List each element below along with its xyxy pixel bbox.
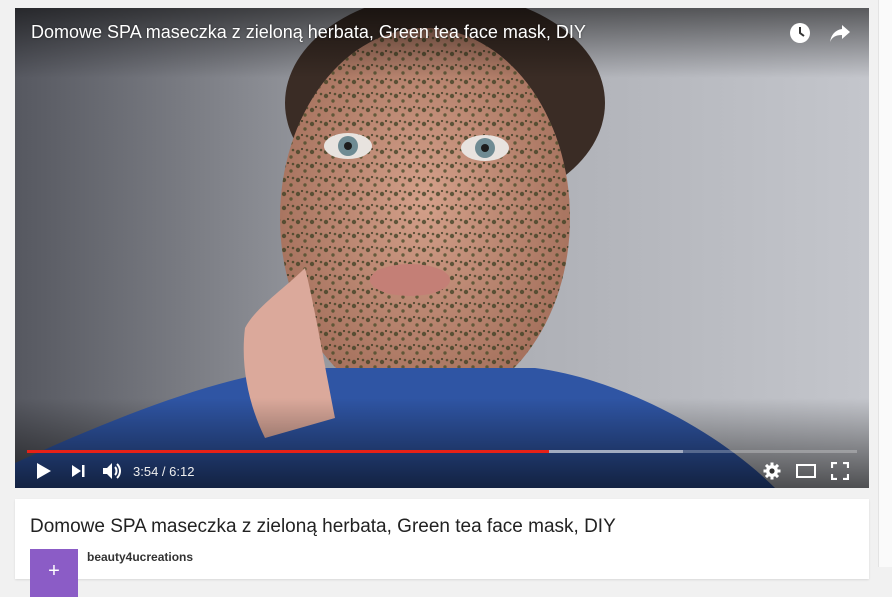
clock-icon xyxy=(790,23,810,43)
video-info-panel: Domowe SPA maseczka z zieloną herbata, G… xyxy=(15,499,869,597)
page-scroll-strip xyxy=(878,0,892,567)
video-title: Domowe SPA maseczka z zieloną herbata, G… xyxy=(30,516,616,537)
gear-icon xyxy=(763,462,781,480)
fullscreen-icon xyxy=(831,462,849,480)
volume-button[interactable] xyxy=(95,458,129,484)
share-button[interactable] xyxy=(827,20,853,46)
theater-mode-icon xyxy=(796,464,816,478)
watch-later-button[interactable] xyxy=(787,20,813,46)
play-icon xyxy=(37,463,51,479)
player-overlay-title[interactable]: Domowe SPA maseczka z zieloną herbata, G… xyxy=(31,22,586,43)
play-button[interactable] xyxy=(27,458,61,484)
progress-played xyxy=(27,450,550,453)
share-icon xyxy=(830,25,850,42)
avatar-letter: + xyxy=(48,560,60,582)
next-icon xyxy=(72,465,85,477)
progress-bar[interactable] xyxy=(27,450,857,453)
next-button[interactable] xyxy=(61,458,95,484)
volume-icon xyxy=(103,463,121,479)
time-display: 3:54 / 6:12 xyxy=(133,463,195,479)
fullscreen-button[interactable] xyxy=(823,458,857,484)
video-player[interactable]: Domowe SPA maseczka z zieloną herbata, G… xyxy=(15,8,869,488)
channel-avatar[interactable]: + xyxy=(30,549,78,597)
settings-button[interactable] xyxy=(755,458,789,484)
top-gradient xyxy=(15,8,869,78)
channel-name-link[interactable]: beauty4ucreations xyxy=(87,550,193,564)
theater-mode-button[interactable] xyxy=(789,458,823,484)
